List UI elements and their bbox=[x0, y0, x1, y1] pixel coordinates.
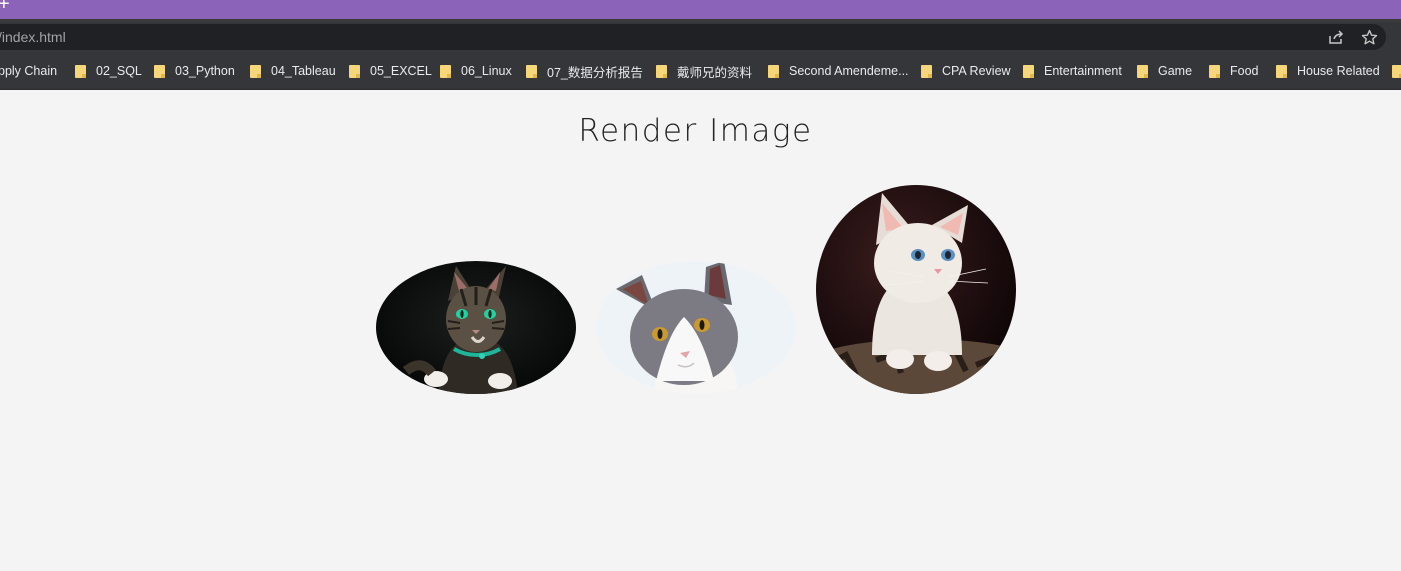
bookmark-label: 04_Tableau bbox=[271, 64, 336, 78]
folder-icon bbox=[526, 64, 537, 78]
bookmark-folder[interactable]: Game bbox=[1137, 62, 1192, 80]
bookmark-folder[interactable]: 06_Linux bbox=[440, 62, 512, 80]
tab-strip: + bbox=[0, 0, 1401, 19]
bookmark-folder[interactable]: 07_数据分析报告 bbox=[526, 62, 643, 80]
bookmark-star-icon[interactable] bbox=[1361, 29, 1378, 46]
folder-icon bbox=[75, 64, 86, 78]
bookmark-label: CPA Review bbox=[942, 64, 1011, 78]
bookmark-label: 06_Linux bbox=[461, 64, 512, 78]
folder-icon bbox=[1209, 64, 1220, 78]
folder-icon bbox=[768, 64, 779, 78]
bookmark-label: Second Amendeme... bbox=[789, 64, 909, 78]
bookmark-folder[interactable]: 戴师兄的资料 bbox=[656, 62, 752, 80]
white-kitten-image bbox=[816, 185, 1016, 394]
new-tab-button[interactable]: + bbox=[0, 0, 10, 14]
folder-icon bbox=[1023, 64, 1034, 78]
address-bar[interactable]: /index.html bbox=[0, 24, 1386, 50]
bookmark-folder[interactable]: Food bbox=[1209, 62, 1259, 80]
bookmark-label: 02_SQL bbox=[96, 64, 142, 78]
bookmark-folder[interactable]: 04_Tableau bbox=[250, 62, 336, 80]
bookmark-label: Game bbox=[1158, 64, 1193, 78]
folder-icon bbox=[349, 64, 360, 78]
gray-white-cat-image bbox=[596, 261, 796, 394]
bookmark-folder[interactable]: 05_EXCEL bbox=[349, 62, 432, 80]
url-text[interactable]: /index.html bbox=[0, 29, 66, 45]
bookmark-label: Entertainment bbox=[1044, 64, 1122, 78]
bookmark-folder[interactable]: CPA Review bbox=[921, 62, 1011, 80]
folder-icon bbox=[656, 64, 667, 78]
page-title: Render Image bbox=[578, 113, 813, 149]
bookmark-label: 07_数据分析报告 bbox=[547, 65, 643, 80]
folder-icon bbox=[1137, 64, 1148, 78]
bookmark-folder[interactable]: 03_Python bbox=[154, 62, 235, 80]
folder-icon bbox=[921, 64, 932, 78]
bookmark-label: 03_Python bbox=[175, 64, 235, 78]
folder-icon bbox=[1276, 64, 1287, 78]
bookmark-label: Food bbox=[1230, 64, 1259, 78]
bookmark-folder[interactable]: Entertainment bbox=[1023, 62, 1122, 80]
bookmark-label: 戴师兄的资料 bbox=[677, 65, 753, 80]
bookmark-folder[interactable]: Second Amendeme... bbox=[768, 62, 909, 80]
browser-toolbar: /index.html bbox=[0, 22, 1401, 52]
bookmarks-bar: pply Chain 02_SQL 03_Python 04_Tableau 0… bbox=[0, 52, 1401, 90]
bookmark-label: 05_EXCEL bbox=[370, 64, 432, 78]
bookmark-folder[interactable]: 02_SQL bbox=[75, 62, 142, 80]
folder-icon bbox=[1392, 64, 1401, 78]
bookmark-label: pply Chain bbox=[0, 64, 58, 78]
folder-icon bbox=[440, 64, 451, 78]
share-icon[interactable] bbox=[1328, 29, 1345, 46]
folder-icon bbox=[250, 64, 261, 78]
bookmark-item[interactable]: pply Chain bbox=[0, 62, 57, 80]
folder-icon bbox=[154, 64, 165, 78]
bookmark-label: House Related bbox=[1297, 64, 1380, 78]
bookmark-folder[interactable]: House Related bbox=[1276, 62, 1380, 80]
tabby-cat-image bbox=[376, 261, 576, 394]
bookmark-folder-overflow[interactable] bbox=[1392, 62, 1401, 80]
